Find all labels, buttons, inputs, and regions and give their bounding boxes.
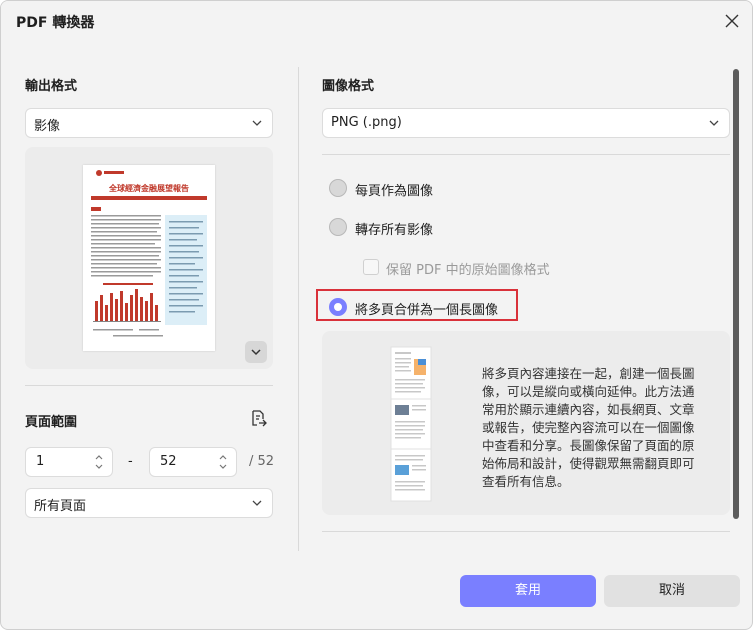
page-subset-value: 所有頁面 [34, 499, 87, 514]
output-format-title: 輸出格式 [25, 79, 78, 94]
keep-format-label: 保留 PDF 中的原始圖像格式 [386, 263, 550, 278]
range-total: / 52 [249, 454, 275, 469]
stepper-icon[interactable] [218, 452, 228, 472]
pdf-converter-dialog: PDF 轉換器 輸出格式 影像 全球經濟金融展望報告 頁面範圍 1 - 52 /… [0, 0, 753, 630]
description-card: 將多頁內容連接在一起，創建一個長圖像，可以是縱向或橫向延伸。此方法通常用於顯示連… [322, 331, 730, 515]
chevron-down-icon [252, 500, 262, 506]
panel-divider [298, 67, 299, 551]
document-title-text: 全球經濟金融展望報告 [108, 183, 189, 193]
close-icon[interactable] [722, 11, 742, 31]
image-format-select[interactable]: PNG (.png) [322, 108, 730, 138]
window-title: PDF 轉換器 [16, 15, 95, 31]
image-format-value: PNG (.png) [331, 115, 402, 130]
scrollbar[interactable] [733, 69, 739, 519]
title-bar: PDF 轉換器 [1, 1, 752, 41]
chevron-down-icon [709, 120, 719, 126]
radio-button[interactable] [329, 218, 347, 236]
right-divider-top [322, 154, 730, 155]
range-from-input[interactable]: 1 [25, 447, 113, 477]
description-text: 將多頁內容連接在一起，創建一個長圖像，可以是縱向或橫向延伸。此方法通常用於顯示連… [482, 366, 695, 489]
expand-preview-button[interactable] [245, 341, 267, 363]
chevron-down-icon [252, 120, 262, 126]
page-subset-select[interactable]: 所有頁面 [25, 488, 273, 518]
range-from-value: 1 [36, 454, 45, 469]
left-divider [25, 385, 273, 386]
keep-format-checkbox[interactable] [363, 259, 379, 275]
page-thumbnail: 全球經濟金融展望報告 [83, 165, 215, 351]
option-label: 轉存所有影像 [355, 223, 434, 238]
range-to-value: 52 [160, 454, 177, 469]
apply-button[interactable]: 套用 [460, 575, 596, 607]
long-image-illustration [390, 346, 432, 502]
output-format-value: 影像 [34, 119, 61, 134]
right-divider-bottom [322, 531, 730, 532]
range-dash: - [128, 454, 133, 469]
radio-button[interactable] [329, 298, 347, 316]
document-preview-graphic: 全球經濟金融展望報告 [91, 170, 207, 337]
preview-area: 全球經濟金融展望報告 [25, 147, 273, 369]
cancel-button[interactable]: 取消 [604, 575, 740, 607]
page-swap-icon[interactable] [248, 409, 268, 429]
chevron-down-icon [251, 349, 261, 356]
range-to-input[interactable]: 52 [149, 447, 237, 477]
stepper-icon[interactable] [94, 452, 104, 472]
output-format-select[interactable]: 影像 [25, 108, 273, 138]
option-label: 將多頁合併為一個長圖像 [355, 303, 499, 318]
image-format-title: 圖像格式 [322, 79, 375, 94]
page-range-title: 頁面範圍 [25, 415, 78, 430]
option-label: 每頁作為圖像 [355, 184, 434, 199]
radio-button[interactable] [329, 179, 347, 197]
